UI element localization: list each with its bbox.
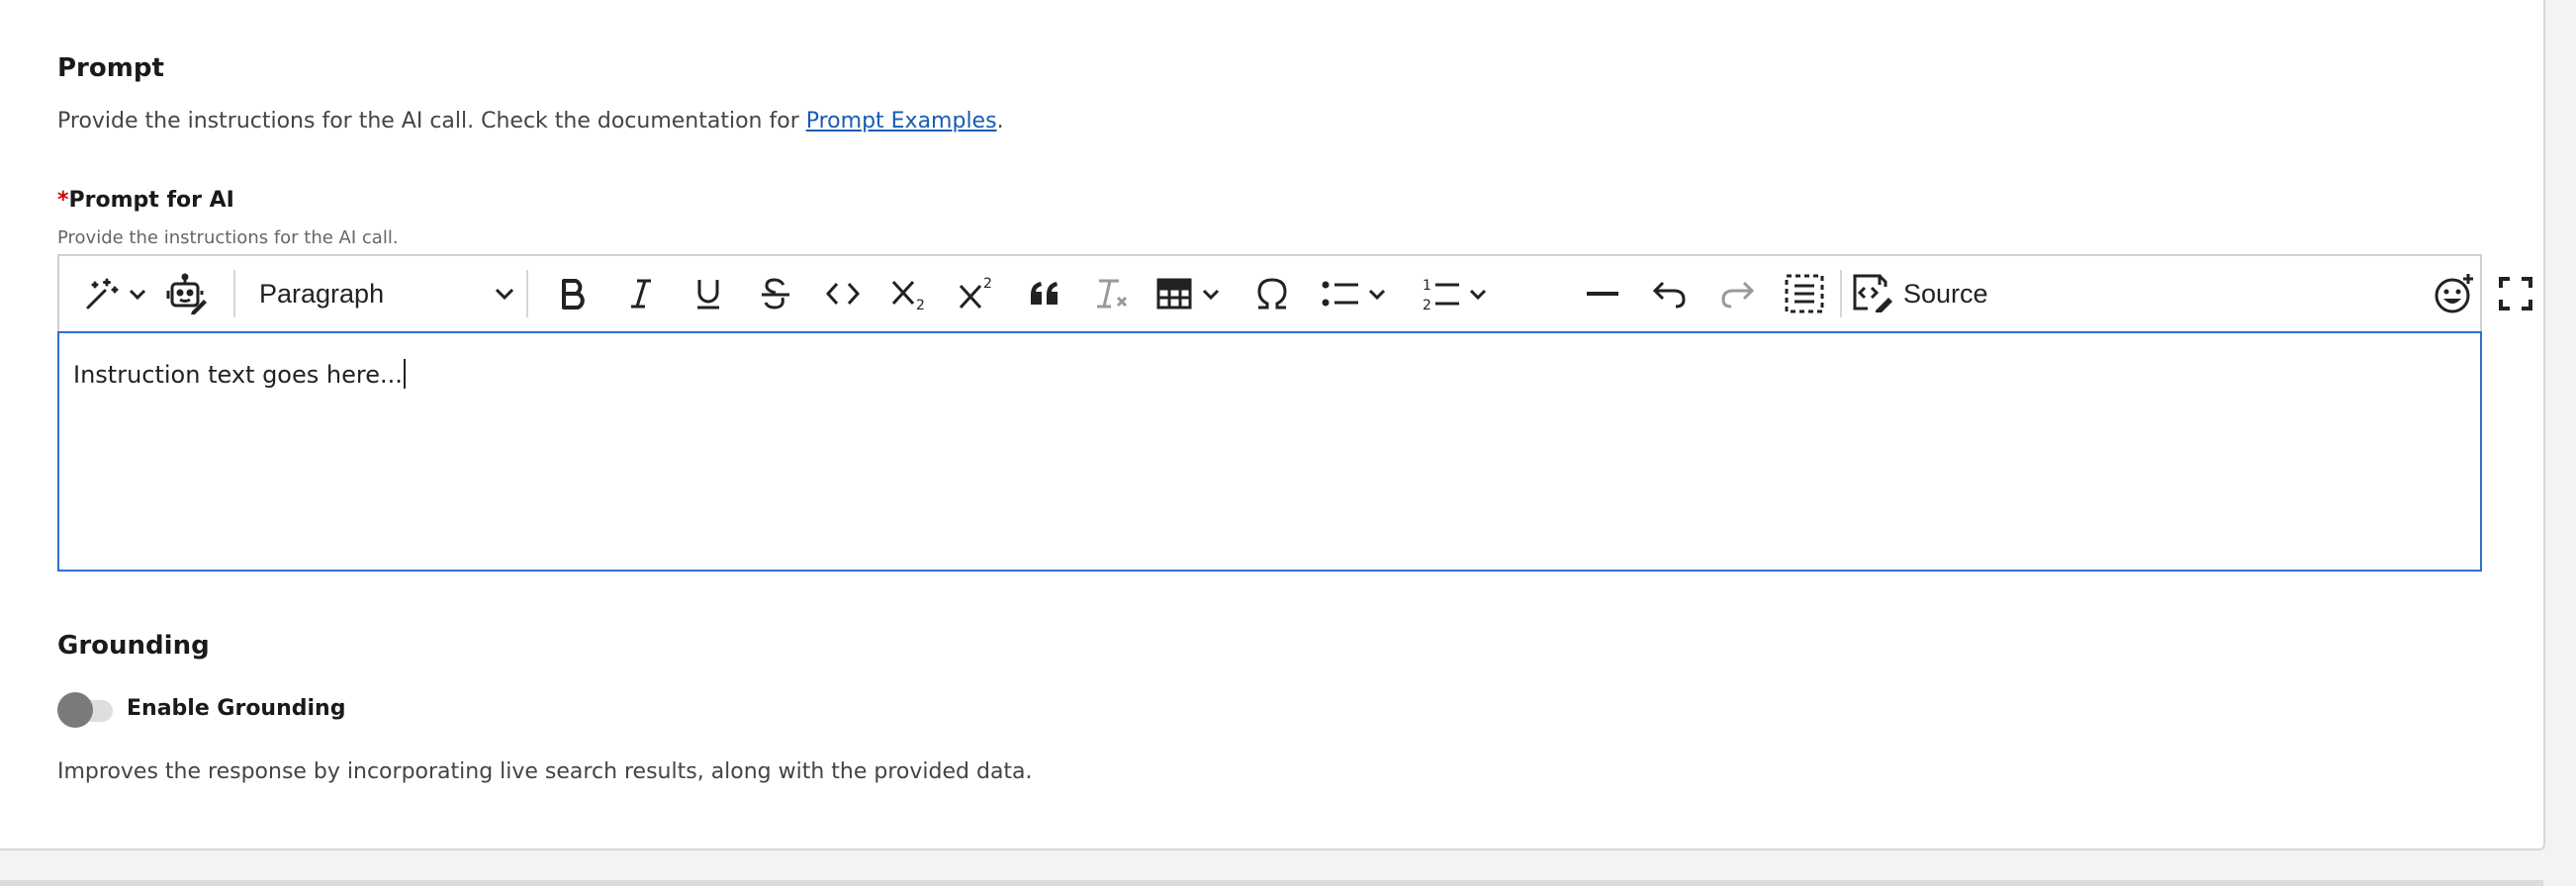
prompt-section-description: Provide the instructions for the AI call… [57,109,1004,133]
insert-table-button[interactable] [1150,266,1229,321]
chevron-down-icon [1200,283,1222,305]
rich-text-editor: Paragraph 2 2 1 2 Source Instruction tex… [57,254,2532,572]
bold-icon [557,277,591,310]
description-prefix: Provide the instructions for the AI call… [57,109,806,133]
redo-icon [1719,279,1755,309]
svg-text:2: 2 [916,298,925,311]
grounding-section-title: Grounding [57,631,210,661]
prompt-field-help: Provide the instructions for the AI call… [57,227,399,248]
blockquote-icon [1028,279,1061,309]
form-panel: Prompt Provide the instructions for the … [0,0,2545,850]
subscript-button[interactable]: 2 [880,266,940,321]
bulleted-list-button[interactable] [1310,266,1399,321]
remove-format-icon [1093,276,1131,311]
emoji-icon [2434,273,2475,314]
editor-toolbar: Paragraph 2 2 1 2 Source [59,256,2532,333]
chevron-down-icon [1366,283,1388,305]
source-button[interactable]: Source [1852,268,2000,319]
ai-magic-button[interactable] [75,266,156,321]
prompt-field-label-text: Prompt for AI [68,188,234,213]
italic-icon [624,277,658,310]
text-caret [403,359,406,389]
grounding-description: Improves the response by incorporating l… [57,759,1033,784]
code-icon [825,279,861,309]
prompt-field-label: *Prompt for AI [57,188,234,213]
enable-grounding-label: Enable Grounding [127,696,346,721]
prompt-examples-link[interactable]: Prompt Examples [806,109,997,133]
svg-text:1: 1 [1423,278,1431,294]
superscript-button[interactable]: 2 [948,266,1007,321]
ai-assistant-button[interactable] [162,266,212,321]
chevron-down-icon [493,282,516,310]
undo-button[interactable] [1640,266,1700,321]
toolbar-separator [233,270,235,317]
svg-text:2: 2 [1423,298,1431,311]
source-label: Source [1903,278,1988,309]
strikethrough-button[interactable] [746,266,805,321]
prompt-section-title: Prompt [57,53,164,83]
paragraph-format-dropdown[interactable]: Paragraph [249,270,516,317]
special-characters-icon [1254,277,1290,310]
editor-content-area[interactable]: Instruction text goes here... [57,331,2482,572]
source-icon [1852,271,1893,317]
remove-format-button[interactable] [1082,266,1142,321]
code-button[interactable] [813,266,873,321]
superscript-icon: 2 [958,276,997,311]
special-characters-button[interactable] [1242,266,1302,321]
bottom-divider [0,880,2543,886]
horizontal-line-icon [1585,289,1620,299]
show-blocks-button[interactable] [1775,266,1834,321]
chevron-down-icon [127,283,148,305]
strikethrough-icon [759,277,792,310]
editor-text-line: Instruction text goes here... [73,359,406,389]
ai-magic-wand-icon [83,275,121,312]
ai-assistant-robot-icon [166,273,208,314]
underline-icon [691,277,725,310]
bulleted-list-icon [1321,277,1360,310]
svg-text:2: 2 [983,276,992,292]
undo-icon [1652,279,1688,309]
numbered-list-button[interactable]: 12 [1411,266,1500,321]
subscript-icon: 2 [890,276,930,311]
italic-button[interactable] [611,266,671,321]
table-icon [1156,278,1192,310]
description-suffix: . [996,109,1004,133]
enable-grounding-toggle[interactable] [57,692,113,728]
toolbar-separator [526,270,528,317]
editor-text: Instruction text goes here... [73,361,403,389]
chevron-down-icon [1467,283,1489,305]
fullscreen-icon [2499,277,2532,310]
toolbar-separator [1840,270,1842,317]
blockquote-button[interactable] [1015,266,1074,321]
redo-button[interactable] [1707,266,1767,321]
toggle-knob [57,692,93,728]
required-marker: * [57,188,69,213]
fullscreen-button[interactable] [2491,266,2540,321]
numbered-list-icon: 12 [1422,276,1461,311]
underline-button[interactable] [679,266,738,321]
bold-button[interactable] [544,266,603,321]
show-blocks-icon [1785,274,1824,313]
horizontal-line-button[interactable] [1573,266,1632,321]
emoji-button[interactable] [2430,266,2479,321]
paragraph-format-value: Paragraph [259,278,385,309]
